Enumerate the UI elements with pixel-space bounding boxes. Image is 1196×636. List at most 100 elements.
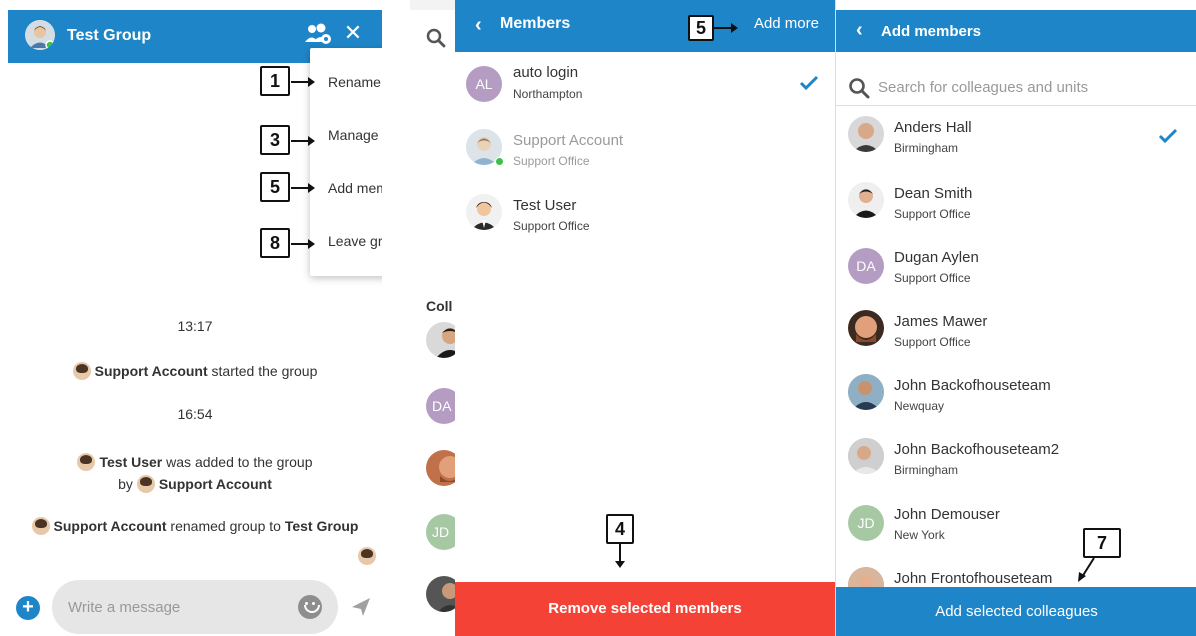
menu-item-leave-group[interactable]: Leave group	[328, 233, 382, 249]
attach-plus-icon[interactable]: +	[16, 596, 40, 620]
callout-5: 5	[688, 15, 714, 41]
message-input[interactable]	[52, 580, 338, 634]
message-text: started the group	[211, 363, 318, 379]
colleague-search-bar	[836, 68, 1196, 106]
colleague-name: John Demouser	[894, 506, 1000, 523]
colleague-location: Birmingham	[894, 141, 959, 155]
colleagues-heading: Coll	[426, 298, 453, 314]
callout-arrow	[615, 544, 625, 568]
checkmark-icon	[1158, 128, 1178, 144]
colleague-row[interactable]: John Backofhouseteam2 Birmingham	[836, 428, 1196, 492]
add-more-link[interactable]: Add more	[754, 15, 819, 32]
test-user-avatar	[77, 453, 96, 471]
colleague-avatar[interactable]	[426, 322, 458, 358]
colleague-location: Support Office	[894, 335, 971, 349]
chat-panel: Test Group ✕ Rename group Manage members…	[8, 0, 382, 636]
message-author: Test User	[99, 454, 163, 470]
menu-item-manage-members[interactable]: Manage members	[328, 127, 382, 143]
colleague-name: John Backofhouseteam	[894, 377, 1051, 394]
member-location: Support Office	[513, 219, 590, 233]
colleague-row[interactable]: DA Dugan Aylen Support Office	[836, 236, 1196, 300]
callout-arrow	[291, 77, 315, 87]
colleague-avatar	[848, 438, 884, 474]
menu-item-rename-group[interactable]: Rename group	[328, 74, 382, 90]
emoji-icon[interactable]	[298, 595, 322, 619]
support-account-avatar	[31, 517, 50, 535]
colleague-row[interactable]: James Mawer Support Office	[836, 300, 1196, 364]
colleague-location: Newquay	[894, 399, 945, 413]
close-icon[interactable]: ✕	[343, 22, 363, 44]
online-status-dot	[495, 157, 504, 166]
callout-8: 8	[260, 228, 290, 258]
colleague-name: John Backofhouseteam2	[894, 441, 1060, 458]
callout-5: 5	[260, 172, 290, 202]
callout-1: 1	[260, 66, 290, 96]
search-icon[interactable]	[426, 28, 446, 48]
read-receipt-avatar	[358, 547, 380, 566]
chat-title: Test Group	[67, 27, 152, 44]
members-header: ‹ Members Add more	[455, 0, 835, 52]
message-text: renamed group to	[170, 518, 281, 534]
person-photo-icon	[848, 310, 884, 346]
add-members-panel: ‹ Add members Anders Hall Birmingham Dea…	[835, 0, 1196, 636]
colleague-location: Support Office	[894, 207, 971, 221]
callout-3: 3	[260, 125, 290, 155]
system-message-renamed: Support Account renamed group to Test Gr…	[8, 517, 382, 535]
colleague-location: Support Office	[894, 271, 971, 285]
group-settings-icon[interactable]	[304, 22, 332, 46]
callout-arrow	[291, 183, 315, 193]
colleague-location: Birmingham	[894, 463, 959, 477]
member-row[interactable]: Test User Support Office	[455, 184, 835, 248]
group-avatar-icon	[25, 20, 55, 50]
back-chevron-icon[interactable]: ‹	[475, 14, 482, 37]
colleague-name: Anders Hall	[894, 119, 972, 136]
back-chevron-icon[interactable]: ‹	[856, 19, 863, 42]
members-panel: ‹ Members Add more AL auto login Northam…	[455, 0, 835, 636]
member-location: Support Office	[513, 154, 590, 168]
colleague-initials-avatar[interactable]: JD	[426, 514, 458, 550]
member-name: Support Account	[513, 132, 624, 149]
message-text: was added to the group	[166, 454, 313, 470]
message-group-name: Test Group	[284, 518, 359, 534]
callout-arrow	[291, 136, 315, 146]
callout-arrow	[1078, 557, 1095, 582]
colleague-avatar	[848, 182, 884, 218]
person-photo-icon	[848, 116, 884, 152]
send-icon[interactable]	[350, 596, 372, 618]
message-author: Support Account	[94, 363, 208, 379]
colleague-name: Dugan Aylen	[894, 249, 979, 266]
callout-4: 4	[606, 514, 634, 544]
remove-selected-members-button[interactable]: Remove selected members	[455, 582, 835, 636]
person-photo-icon	[848, 182, 884, 218]
timestamp: 13:17	[177, 318, 213, 334]
support-account-avatar	[72, 362, 91, 380]
member-name: auto login	[513, 64, 579, 81]
colleague-initials-avatar[interactable]: DA	[426, 388, 458, 424]
colleague-search-input[interactable]	[878, 74, 1178, 100]
group-avatar[interactable]	[25, 20, 55, 50]
member-row[interactable]: Support Account Support Office	[455, 119, 835, 183]
colleague-avatar[interactable]	[426, 576, 458, 612]
members-title: Members	[500, 15, 571, 32]
member-name: Test User	[513, 197, 577, 214]
colleagues-strip-content: Coll DA JD	[410, 10, 458, 636]
member-location: Northampton	[513, 87, 583, 101]
colleague-row[interactable]: Dean Smith Support Office	[836, 172, 1196, 236]
message-author: Support Account	[53, 518, 167, 534]
menu-item-add-member[interactable]: Add member	[328, 180, 382, 196]
colleague-initials-avatar: DA	[848, 248, 884, 284]
colleague-row[interactable]: John Backofhouseteam Newquay	[836, 364, 1196, 428]
add-members-header: ‹ Add members	[836, 10, 1196, 52]
callout-arrow	[291, 239, 315, 249]
colleagues-strip: Coll DA JD	[410, 0, 458, 636]
colleague-row[interactable]: Anders Hall Birmingham	[836, 106, 1196, 170]
add-selected-colleagues-button[interactable]: Add selected colleagues	[836, 587, 1196, 636]
colleague-avatar[interactable]	[426, 450, 458, 486]
group-options-menu: Rename group Manage members Add member L…	[310, 48, 382, 276]
colleague-row[interactable]: JD John Demouser New York	[836, 493, 1196, 557]
member-row[interactable]: AL auto login Northampton	[455, 52, 835, 116]
support-account-avatar	[136, 475, 155, 493]
timestamp: 16:54	[177, 406, 213, 422]
person-avatar-icon	[466, 194, 502, 230]
message-composer: +	[8, 580, 382, 636]
